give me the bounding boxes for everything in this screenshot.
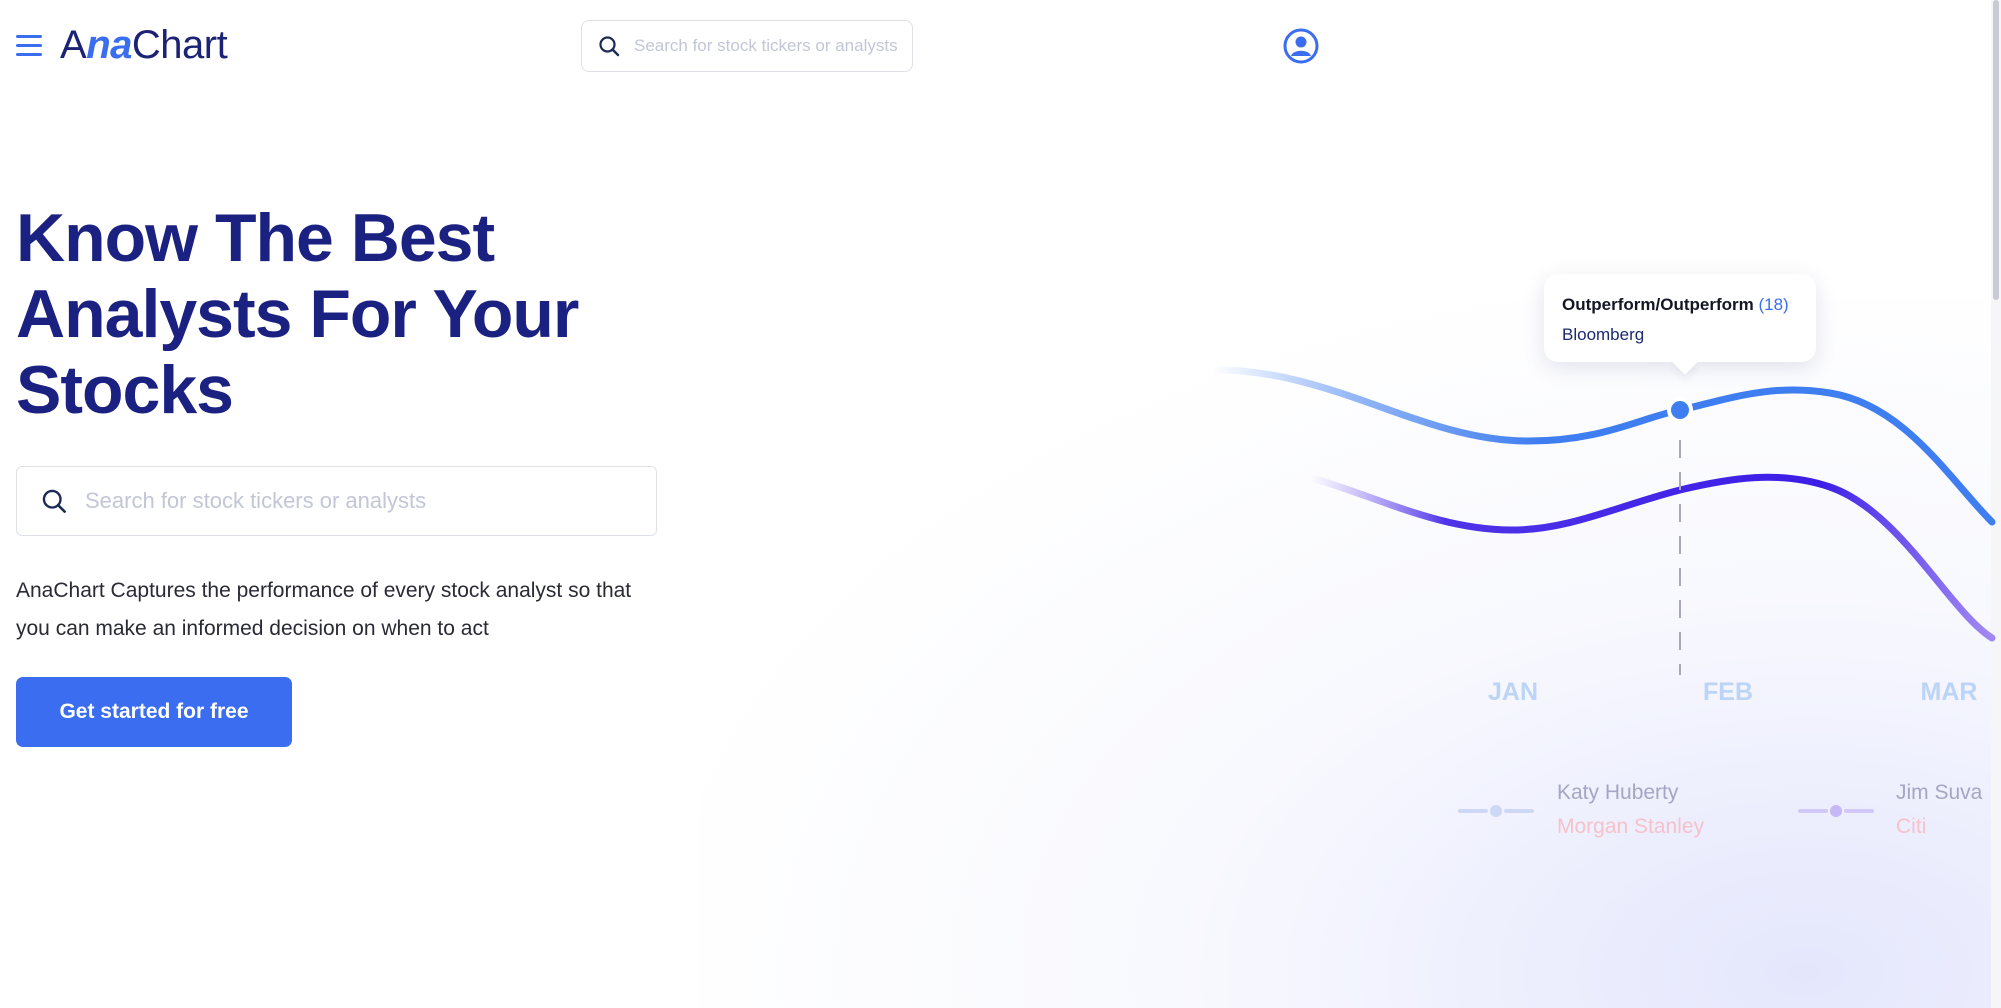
- legend-analyst-firm: Citi: [1896, 815, 1927, 838]
- scrollbar-thumb[interactable]: [1993, 0, 1999, 300]
- chart-tooltip: Outperform/Outperform (18) Bloomberg: [1544, 274, 1816, 362]
- month-label-feb: FEB: [1703, 678, 1753, 706]
- hero-search-input[interactable]: [83, 487, 656, 515]
- tooltip-count: (18): [1758, 295, 1789, 314]
- month-label-jan: JAN: [1488, 678, 1538, 706]
- header-search-input[interactable]: [632, 35, 912, 57]
- hero-title-line-2: Analysts For Your: [16, 276, 579, 352]
- hero-title: Know The Best Analysts For Your Stocks: [16, 200, 656, 428]
- hero-search-bar[interactable]: [16, 466, 657, 536]
- hero-title-line-3: Stocks: [16, 352, 234, 428]
- legend-marker-katy-huberty: [1458, 805, 1534, 817]
- background-glow: [700, 300, 2001, 1008]
- user-account-icon[interactable]: [1283, 28, 1319, 64]
- page-scrollbar[interactable]: [1991, 0, 2001, 1008]
- legend-analyst-name: Jim Suva: [1896, 781, 1983, 804]
- menu-icon[interactable]: [14, 33, 44, 59]
- legend-analyst-firm: Morgan Stanley: [1557, 815, 1705, 838]
- series-line-katy-huberty: [1208, 366, 1996, 526]
- month-label-mar: MAR: [1921, 678, 1978, 706]
- header-search-bar[interactable]: [581, 20, 913, 72]
- tooltip-source: Bloomberg: [1562, 325, 1645, 344]
- anachart-logo[interactable]: AnaChart: [60, 18, 228, 72]
- tooltip-rating: Outperform/Outperform: [1562, 295, 1754, 314]
- series-line-jim-suva: [1308, 473, 1996, 642]
- logo-text: AnaChart: [60, 22, 228, 67]
- get-started-button[interactable]: Get started for free: [16, 677, 292, 747]
- hero-title-line-1: Know The Best: [16, 200, 495, 276]
- highlight-point: [1667, 397, 1693, 423]
- search-icon: [42, 489, 66, 513]
- hero-description: AnaChart Captures the performance of eve…: [16, 579, 632, 640]
- legend-marker-jim-suva: [1798, 805, 1874, 817]
- search-icon: [599, 36, 620, 57]
- legend-analyst-name: Katy Huberty: [1557, 781, 1679, 804]
